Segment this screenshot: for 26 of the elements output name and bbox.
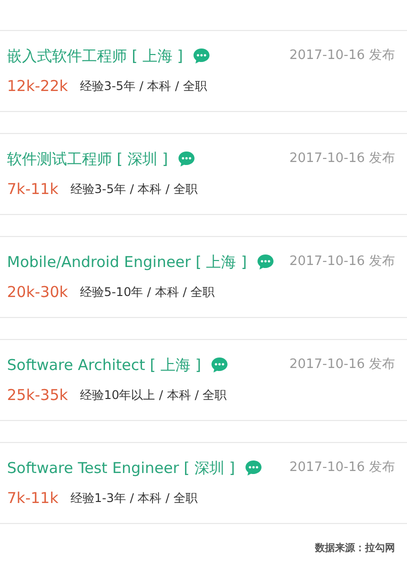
salary: 25k-35k [7, 385, 68, 405]
salary: 7k-11k [7, 179, 58, 199]
post-date: 2017-10-16 发布 [289, 356, 395, 374]
salary: 20k-30k [7, 282, 68, 302]
post-date: 2017-10-16 发布 [289, 150, 395, 168]
salary: 12k-22k [7, 76, 68, 96]
job-requirements: 经验5-10年 / 本科 / 全职 [80, 284, 215, 301]
job-requirements: 经验1-3年 / 本科 / 全职 [70, 490, 198, 507]
job-card[interactable]: Software Test Engineer [ 深圳 ] 2017-10-16 发布 7k-11k 经验1-3年 / 本科 / 全职 [0, 442, 407, 524]
job-requirements: 经验10年以上 / 本科 / 全职 [80, 387, 227, 404]
chat-bubble-icon [245, 460, 262, 476]
job-requirements: 经验3-5年 / 本科 / 全职 [70, 181, 198, 198]
chat-bubble-icon [211, 357, 228, 373]
chat-bubble-icon [178, 151, 196, 167]
job-card[interactable]: Mobile/Android Engineer [ 上海 ] 2017-10-16 发布 20k-30k 经验5-10年 / 本科 / 全职 [0, 236, 407, 318]
post-date: 2017-10-16 发布 [289, 47, 395, 65]
post-date: 2017-10-16 发布 [289, 253, 395, 271]
job-card[interactable]: Software Architect [ 上海 ] 2017-10-16 发布 25k-35k 经验10年以上 / 本科 / 全职 [0, 339, 407, 421]
job-requirements: 经验3-5年 / 本科 / 全职 [80, 78, 207, 95]
data-source: 数据来源：拉勾网 [315, 542, 395, 556]
chat-bubble-icon [193, 48, 210, 64]
post-date: 2017-10-16 发布 [289, 459, 395, 477]
job-card[interactable]: 嵌入式软件工程师 [ 上海 ] 2017-10-16 发布 12k-22k 经验3-5年 / 本科 / 全职 [0, 30, 407, 112]
salary: 7k-11k [7, 488, 58, 508]
chat-bubble-icon [256, 254, 274, 270]
job-card[interactable]: 软件测试工程师 [ 深圳 ] 2017-10-16 发布 7k-11k 经验3-5年 / 本科 / 全职 [0, 133, 407, 215]
